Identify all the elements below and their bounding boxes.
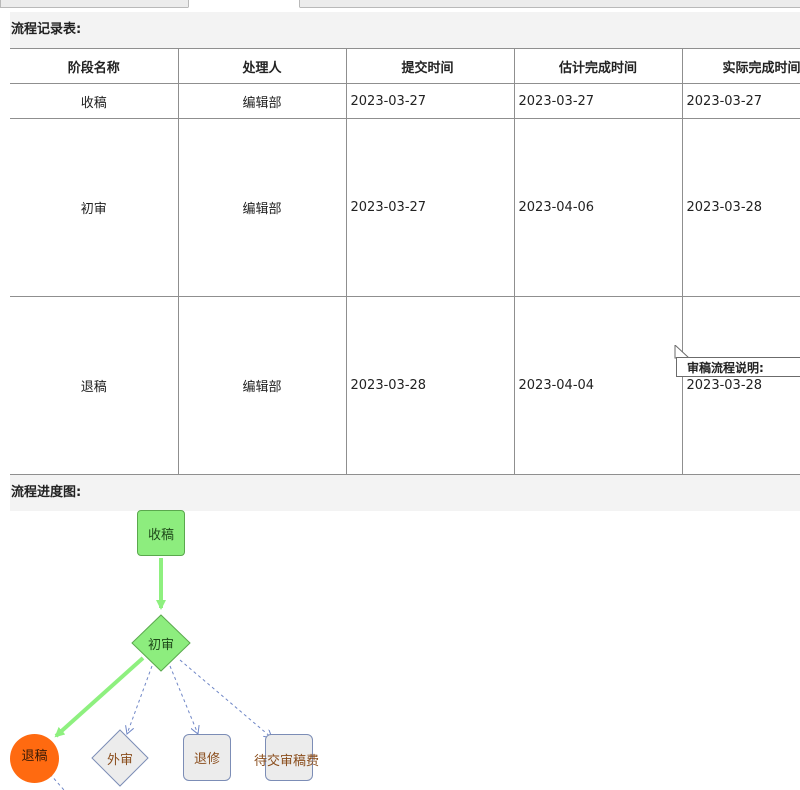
table-row[interactable]: 收稿 编辑部 2023-03-27 2023-03-27 2023-03-27 xyxy=(10,83,800,119)
flow-chart-header: 流程进度图: xyxy=(10,475,800,511)
edge-reject-out xyxy=(49,773,65,790)
record-table-title: 流程记录表: xyxy=(11,22,82,37)
edge-review-to-fee xyxy=(179,659,272,738)
top-tab-bar xyxy=(0,0,800,8)
flow-node-reject-label: 退稿 xyxy=(21,749,48,764)
cell-estimated-time: 2023-04-04 xyxy=(514,296,683,475)
cell-handler: 编辑部 xyxy=(178,296,347,475)
edge-review-to-reject xyxy=(54,656,145,738)
flow-node-start[interactable]: 收稿 xyxy=(137,510,185,556)
cell-handler: 编辑部 xyxy=(178,118,347,297)
flow-description-tooltip: 审稿流程说明: xyxy=(676,357,800,377)
flow-node-fee-label: 待交审稿费 xyxy=(254,754,320,769)
cell-actual-time: 2023-03-28 xyxy=(682,118,800,297)
record-table: 阶段名称 处理人 提交时间 估计完成时间 实际完成时间 收稿 编辑部 2023-… xyxy=(10,49,800,475)
flow-node-review[interactable]: 初审 xyxy=(132,615,190,671)
cell-stage: 初审 xyxy=(10,118,179,297)
flow-chart-title: 流程进度图: xyxy=(11,485,82,500)
cell-actual-time: 2023-03-28 xyxy=(682,296,800,475)
cell-submit-time: 2023-03-28 xyxy=(346,296,515,475)
tab-active[interactable] xyxy=(188,0,300,8)
flow-node-start-label: 收稿 xyxy=(147,527,174,543)
cell-actual-time: 2023-03-27 xyxy=(682,83,800,119)
flow-node-revise-label: 退修 xyxy=(193,752,220,767)
flow-node-revise[interactable]: 退修 xyxy=(183,734,231,781)
cell-stage: 收稿 xyxy=(10,83,179,119)
cell-estimated-time: 2023-04-06 xyxy=(514,118,683,297)
column-header-handler[interactable]: 处理人 xyxy=(178,49,347,84)
column-header-actual-time[interactable]: 实际完成时间 xyxy=(682,49,800,84)
column-header-submit-time[interactable]: 提交时间 xyxy=(346,49,515,84)
flow-progress-diagram: 收稿 初审 退稿 外审 退修 待交审稿费 xyxy=(0,510,800,790)
tooltip-text: 审稿流程说明: xyxy=(687,361,764,375)
record-table-container: 阶段名称 处理人 提交时间 估计完成时间 实际完成时间 收稿 编辑部 2023-… xyxy=(10,48,800,476)
table-header-row: 阶段名称 处理人 提交时间 估计完成时间 实际完成时间 xyxy=(10,49,800,84)
tab-inactive[interactable] xyxy=(0,0,190,7)
cell-stage: 退稿 xyxy=(10,296,179,475)
cell-submit-time: 2023-03-27 xyxy=(346,83,515,119)
table-row[interactable]: 初审 编辑部 2023-03-27 2023-04-06 2023-03-28 xyxy=(10,118,800,297)
cell-submit-time: 2023-03-27 xyxy=(346,118,515,297)
cell-estimated-time: 2023-03-27 xyxy=(514,83,683,119)
flow-node-external[interactable]: 外审 xyxy=(92,730,148,786)
flow-node-review-label: 初审 xyxy=(147,637,174,653)
edge-review-to-revise xyxy=(169,665,198,734)
column-header-stage[interactable]: 阶段名称 xyxy=(10,49,179,84)
edge-review-to-external xyxy=(127,665,153,734)
record-table-header: 流程记录表: xyxy=(10,12,800,48)
flow-node-reject[interactable]: 退稿 xyxy=(10,734,59,783)
cell-handler: 编辑部 xyxy=(178,83,347,119)
flow-node-external-label: 外审 xyxy=(106,752,133,768)
table-row[interactable]: 退稿 编辑部 2023-03-28 2023-04-04 2023-03-28 xyxy=(10,296,800,475)
column-header-estimated-time[interactable]: 估计完成时间 xyxy=(514,49,683,84)
